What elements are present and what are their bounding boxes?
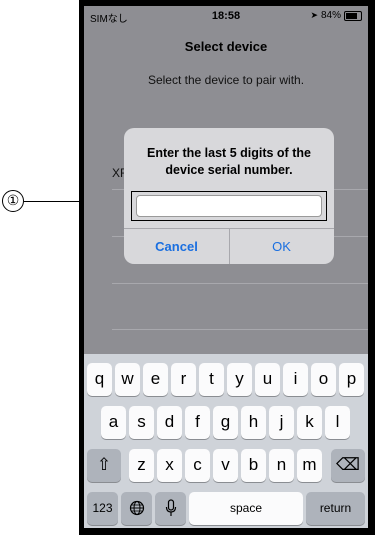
ok-button[interactable]: OK xyxy=(229,229,334,264)
key-e[interactable]: e xyxy=(143,363,168,396)
key-n[interactable]: n xyxy=(269,449,294,482)
cancel-button[interactable]: Cancel xyxy=(124,229,229,264)
phone-frame: SIMなし 18:58 ➤ 84% Select device Select t… xyxy=(79,0,375,535)
key-z[interactable]: z xyxy=(129,449,154,482)
key-a[interactable]: a xyxy=(101,406,126,439)
serial-number-alert: Enter the last 5 digits of the device se… xyxy=(124,128,334,264)
key-g[interactable]: g xyxy=(213,406,238,439)
alert-title-line2: device serial number. xyxy=(165,163,293,177)
list-divider xyxy=(112,329,368,330)
key-b[interactable]: b xyxy=(241,449,266,482)
location-icon: ➤ xyxy=(310,10,318,20)
key-s[interactable]: s xyxy=(129,406,154,439)
callout-number-1: ① xyxy=(2,190,24,212)
numbers-key[interactable]: 123 xyxy=(87,492,118,525)
key-l[interactable]: l xyxy=(325,406,350,439)
key-r[interactable]: r xyxy=(171,363,196,396)
key-h[interactable]: h xyxy=(241,406,266,439)
return-key[interactable]: return xyxy=(306,492,365,525)
key-f[interactable]: f xyxy=(185,406,210,439)
key-p[interactable]: p xyxy=(339,363,364,396)
status-bar: SIMなし 18:58 ➤ 84% xyxy=(84,6,368,26)
serial-digits-input[interactable] xyxy=(136,195,322,217)
shift-key[interactable]: ⇧ xyxy=(87,449,121,482)
battery-percent: 84% xyxy=(320,10,341,21)
key-t[interactable]: t xyxy=(199,363,224,396)
key-o[interactable]: o xyxy=(311,363,336,396)
key-m[interactable]: m xyxy=(297,449,322,482)
microphone-icon xyxy=(165,499,176,516)
status-right: ➤ 84% xyxy=(310,10,362,21)
key-d[interactable]: d xyxy=(157,406,182,439)
globe-key[interactable] xyxy=(121,492,152,525)
key-i[interactable]: i xyxy=(283,363,308,396)
key-v[interactable]: v xyxy=(213,449,238,482)
key-w[interactable]: w xyxy=(115,363,140,396)
key-x[interactable]: x xyxy=(157,449,182,482)
space-key[interactable]: space xyxy=(189,492,303,525)
key-k[interactable]: k xyxy=(297,406,322,439)
phone-screen: SIMなし 18:58 ➤ 84% Select device Select t… xyxy=(84,6,368,528)
key-y[interactable]: y xyxy=(227,363,252,396)
alert-title-line1: Enter the last 5 digits of the xyxy=(147,146,311,160)
battery-icon xyxy=(344,10,362,21)
keyboard: q w e r t y u i o p a s d f g h j k l ⇧ … xyxy=(84,354,368,528)
key-u[interactable]: u xyxy=(255,363,280,396)
page-title: Select device xyxy=(184,39,268,54)
key-c[interactable]: c xyxy=(185,449,210,482)
list-divider xyxy=(112,283,368,284)
dictation-key[interactable] xyxy=(155,492,186,525)
delete-key[interactable]: ⌫ xyxy=(331,449,365,482)
key-q[interactable]: q xyxy=(87,363,112,396)
globe-icon xyxy=(129,500,144,516)
page-subtitle: Select the device to pair with. xyxy=(147,73,305,87)
alert-title: Enter the last 5 digits of the device se… xyxy=(124,145,334,179)
key-j[interactable]: j xyxy=(269,406,294,439)
